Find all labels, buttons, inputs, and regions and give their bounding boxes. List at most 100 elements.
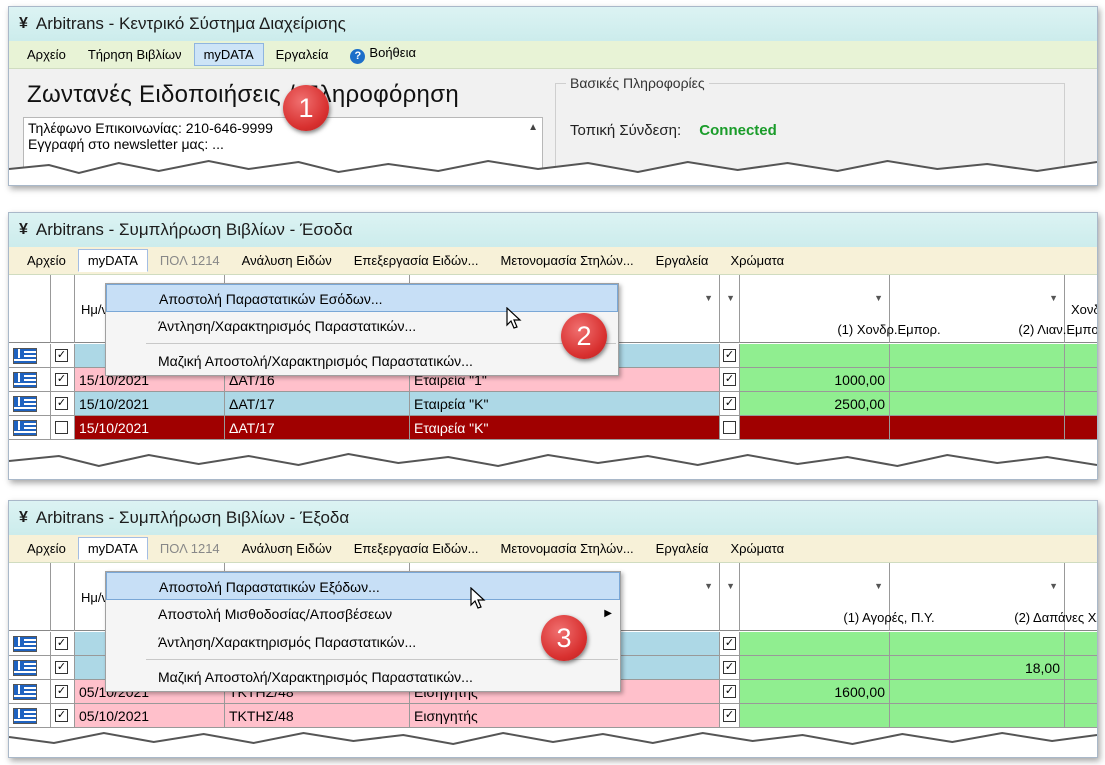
menu-bulk-send-classify[interactable]: Μαζική Αποστολή/Χαρακτηρισμός Παραστατικ… [106,347,618,375]
table-row[interactable]: ✓ 15/10/2021 ΔΑΤ/17 Εταιρεία "Κ" ✓ 2500,00 [9,392,1097,416]
menu-rename-columns[interactable]: Μετονομασία Στηλών... [491,537,644,560]
table-cell-v1[interactable]: 1600,00 [740,680,890,704]
table-cell[interactable] [9,632,51,656]
menu-send-income-docs[interactable]: Αποστολή Παραστατικών Εσόδων... [106,284,618,312]
row-checkbox[interactable]: ✓ [723,661,736,674]
table-cell[interactable]: ✓ [720,680,740,704]
col1-header[interactable]: (1) Αγορές, Π.Υ. ▼ [740,563,935,631]
sort-icon[interactable]: ▼ [1049,293,1058,303]
menu-item-analysis[interactable]: Ανάλυση Ειδών [232,537,342,560]
menu-file[interactable]: Αρχείο [17,537,76,560]
table-cell[interactable]: ✓ [51,680,75,704]
table-cell-v1[interactable] [740,656,890,680]
scroll-up-icon[interactable]: ▲ [528,122,538,133]
menu-help[interactable]: ? Βοήθεια [340,41,426,68]
table-cell[interactable] [9,344,51,368]
menu-rename-columns[interactable]: Μετονομασία Στηλών... [491,249,644,272]
menu-mydata[interactable]: myDATA [77,249,148,272]
menu-mydata[interactable]: myDATA [193,43,264,66]
row-checkbox[interactable]: ✓ [55,661,68,674]
row-checkbox[interactable]: ✓ [55,397,68,410]
table-cell-v1[interactable] [740,416,890,440]
table-cell[interactable] [9,680,51,704]
table-cell-v2[interactable]: 18,00 [890,656,1065,680]
menu-bulk-send-classify[interactable]: Μαζική Αποστολή/Χαρακτηρισμός Παραστατικ… [106,663,620,691]
table-cell[interactable] [1065,416,1097,440]
table-cell-date[interactable]: 15/10/2021 [75,416,225,440]
col1-header[interactable]: (1) Χονδρ.Εμπορ. ▼ [740,275,941,343]
menu-colors[interactable]: Χρώματα [720,537,794,560]
row-checkbox[interactable]: ✓ [55,637,68,650]
table-cell-name[interactable]: Εταιρεία "Κ" [410,392,720,416]
menu-tools[interactable]: Εργαλεία [266,43,339,66]
menu-send-payroll[interactable]: Αποστολή Μισθοδοσίας/Αποσβέσεων ▶ [106,600,620,628]
sort-icon[interactable]: ▼ [1049,581,1058,591]
table-cell[interactable]: ✓ [720,368,740,392]
menu-mydata[interactable]: myDATA [77,537,148,560]
table-cell[interactable]: ✓ [720,656,740,680]
menu-tools[interactable]: Εργαλεία [646,537,719,560]
sort-icon[interactable]: ▼ [874,581,883,591]
menu-tools[interactable]: Εργαλεία [646,249,719,272]
menu-fetch-classify-docs[interactable]: Άντληση/Χαρακτηρισμός Παραστατικών... [106,312,618,340]
sort-icon[interactable]: ▼ [704,293,713,303]
table-cell-v2[interactable] [890,680,1065,704]
table-cell[interactable] [1065,344,1097,368]
table-cell[interactable]: ✓ [51,344,75,368]
menu-file[interactable]: Αρχείο [17,43,76,66]
row-checkbox[interactable]: ✓ [723,685,736,698]
table-cell-name[interactable]: Εταιρεία "Κ" [410,416,720,440]
table-cell[interactable]: ✓ [720,392,740,416]
table-cell[interactable]: ✓ [51,416,75,440]
table-cell[interactable]: ✓ [51,392,75,416]
row-checkbox[interactable]: ✓ [55,421,68,434]
sort-icon[interactable]: ▼ [726,293,735,303]
menu-bookkeeping[interactable]: Τήρηση Βιβλίων [78,43,192,66]
flag2-column-header[interactable]: ▼ [720,275,740,343]
table-cell[interactable] [1065,392,1097,416]
menu-send-expense-docs[interactable]: Αποστολή Παραστατικών Εξόδων... [106,572,620,600]
table-cell[interactable]: ✓ [51,632,75,656]
table-cell-v1[interactable] [740,632,890,656]
menu-item-edit[interactable]: Επεξεργασία Ειδών... [344,537,489,560]
menu-item-edit[interactable]: Επεξεργασία Ειδών... [344,249,489,272]
table-cell[interactable] [890,368,1065,392]
sort-icon[interactable]: ▼ [874,293,883,303]
table-cell[interactable] [9,368,51,392]
table-cell-v2[interactable] [890,632,1065,656]
table-cell-date[interactable]: 15/10/2021 [75,392,225,416]
row-checkbox[interactable]: ✓ [55,373,68,386]
table-cell[interactable]: ✓ [720,416,740,440]
table-cell-doc[interactable]: ΔΑΤ/17 [225,392,410,416]
table-cell-doc[interactable]: ΔΑΤ/17 [225,416,410,440]
row-checkbox[interactable]: ✓ [723,373,736,386]
table-cell[interactable] [1065,680,1097,704]
sort-icon[interactable]: ▼ [726,581,735,591]
table-row[interactable]: ✓ 15/10/2021 ΔΑΤ/17 Εταιρεία "Κ" ✓ [9,416,1097,440]
row-checkbox[interactable]: ✓ [723,637,736,650]
menu-file[interactable]: Αρχείο [17,249,76,272]
col2-header[interactable]: (2) Δαπάνες ΧΔΕ▼ [890,563,1097,631]
table-cell[interactable] [9,392,51,416]
table-cell[interactable] [890,392,1065,416]
menu-pol1214[interactable]: ΠΟΛ 1214 [150,249,230,272]
table-cell[interactable]: ✓ [51,656,75,680]
table-cell[interactable]: ✓ [720,344,740,368]
menu-pol1214[interactable]: ΠΟΛ 1214 [150,537,230,560]
table-cell[interactable] [1065,368,1097,392]
table-cell-v1[interactable]: 1000,00 [740,368,890,392]
row-checkbox[interactable]: ✓ [723,349,736,362]
sort-icon[interactable]: ▼ [704,581,713,591]
table-cell[interactable] [890,416,1065,440]
row-checkbox[interactable]: ✓ [723,397,736,410]
table-cell[interactable] [1065,632,1097,656]
menu-colors[interactable]: Χρώματα [720,249,794,272]
table-cell[interactable] [1065,656,1097,680]
table-cell[interactable] [9,416,51,440]
row-checkbox[interactable]: ✓ [55,349,68,362]
col3-header[interactable]: Χονδ. [1065,275,1097,343]
row-checkbox[interactable]: ✓ [55,685,68,698]
table-cell[interactable] [9,656,51,680]
table-cell[interactable] [890,344,1065,368]
col2-header[interactable]: (2) Λιαν.Εμπορ.▼ [890,275,1097,343]
